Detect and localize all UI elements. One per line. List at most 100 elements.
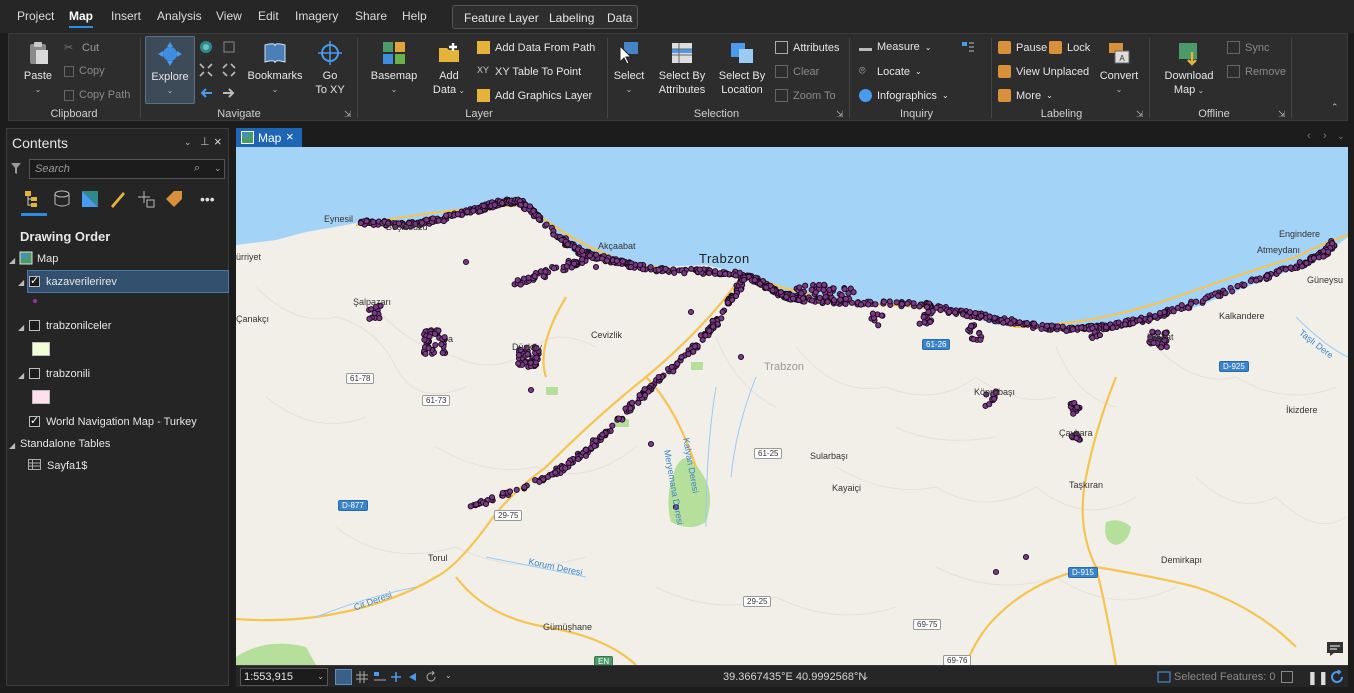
- accident-point[interactable]: [1287, 264, 1294, 271]
- accident-point[interactable]: [732, 292, 740, 300]
- accident-point[interactable]: [1078, 324, 1085, 331]
- accident-point[interactable]: [599, 431, 606, 438]
- search-options-chevron-icon[interactable]: ⌄: [214, 163, 222, 174]
- zoom-to-button[interactable]: Zoom To: [775, 89, 836, 102]
- accident-point[interactable]: [542, 268, 549, 275]
- accident-point[interactable]: [531, 273, 538, 280]
- labeling-launcher-icon[interactable]: ⇲: [1136, 109, 1144, 120]
- map-canvas[interactable]: Eynesil Beşikdüzü Akçaabat Trabzon Engin…: [236, 147, 1348, 665]
- list-by-snapping-icon[interactable]: [136, 189, 156, 209]
- accident-point[interactable]: [881, 298, 888, 305]
- layer-visibility-checkbox[interactable]: [29, 414, 40, 427]
- accident-point[interactable]: [1320, 253, 1327, 260]
- copy-path-button[interactable]: Copy Path: [64, 89, 130, 101]
- accident-point[interactable]: [712, 268, 719, 275]
- add-data-button[interactable]: Add Data ⌄: [429, 40, 469, 98]
- more-button[interactable]: More ⌄: [998, 89, 1053, 102]
- accident-point[interactable]: [898, 301, 905, 308]
- accident-point[interactable]: [1156, 310, 1164, 317]
- accident-point[interactable]: [499, 489, 506, 497]
- accident-point[interactable]: [357, 220, 364, 227]
- accident-point[interactable]: [1325, 248, 1332, 255]
- polygon-symbol-swatch[interactable]: [32, 342, 50, 356]
- accident-point[interactable]: [751, 276, 758, 284]
- accident-point[interactable]: [865, 301, 872, 308]
- accident-point[interactable]: [802, 282, 809, 289]
- accident-point[interactable]: [482, 500, 490, 508]
- accident-point[interactable]: [1264, 272, 1271, 279]
- accident-point[interactable]: [473, 501, 480, 508]
- accident-point[interactable]: [550, 231, 557, 238]
- accident-point[interactable]: [842, 295, 849, 302]
- accident-point[interactable]: [431, 330, 439, 337]
- accident-point[interactable]: [946, 308, 953, 315]
- accident-point[interactable]: [366, 315, 373, 322]
- scale-selector[interactable]: 1:553,915 ⌄: [240, 668, 328, 686]
- accident-point[interactable]: [821, 281, 828, 288]
- fixed-zoom-icon[interactable]: [222, 40, 236, 54]
- accident-point[interactable]: [769, 287, 776, 294]
- accident-point[interactable]: [438, 341, 445, 348]
- layer-visibility-checkbox[interactable]: [29, 274, 40, 287]
- attributes-button[interactable]: Attributes: [775, 41, 839, 54]
- accident-point[interactable]: [535, 216, 542, 223]
- accident-point[interactable]: [706, 269, 713, 277]
- menu-imagery[interactable]: Imagery: [295, 9, 338, 23]
- accident-point[interactable]: [592, 263, 600, 271]
- accident-point[interactable]: [1096, 332, 1104, 339]
- layer-name-world-navigation-map[interactable]: World Navigation Map - Turkey: [46, 416, 197, 428]
- tab-feature-layer[interactable]: Feature Layer: [464, 11, 539, 25]
- accident-point[interactable]: [425, 345, 432, 352]
- accident-point[interactable]: [845, 290, 852, 297]
- accident-point[interactable]: [763, 284, 770, 291]
- accident-point[interactable]: [627, 405, 634, 412]
- accident-point[interactable]: [530, 208, 537, 215]
- add-graphics-layer-button[interactable]: Add Graphics Layer: [477, 89, 592, 102]
- menu-project[interactable]: Project: [17, 9, 54, 23]
- accident-point[interactable]: [1016, 319, 1023, 326]
- accident-point[interactable]: [527, 359, 534, 366]
- accident-point[interactable]: [1158, 344, 1165, 351]
- accident-point[interactable]: [422, 350, 429, 357]
- infographics-button[interactable]: Infographics ⌄: [859, 89, 949, 102]
- accident-point[interactable]: [564, 241, 571, 248]
- accident-point[interactable]: [520, 275, 527, 282]
- layer-name-trabzonili[interactable]: trabzonili: [46, 368, 90, 380]
- accident-point[interactable]: [579, 247, 586, 254]
- accident-point[interactable]: [1122, 321, 1129, 328]
- refresh-icon[interactable]: [424, 671, 438, 683]
- accident-point[interactable]: [1185, 304, 1192, 311]
- accident-point[interactable]: [668, 363, 675, 370]
- accident-point[interactable]: [506, 488, 514, 495]
- accident-point[interactable]: [421, 336, 428, 343]
- accident-point[interactable]: [592, 437, 599, 444]
- zoom-in-fixed-icon[interactable]: [199, 63, 213, 77]
- accident-point[interactable]: [550, 265, 558, 272]
- accident-point[interactable]: [533, 354, 540, 361]
- standalone-tables-heading[interactable]: Standalone Tables: [20, 438, 110, 450]
- accident-point[interactable]: [1007, 320, 1014, 327]
- accident-point[interactable]: [1059, 323, 1066, 330]
- accident-point[interactable]: [920, 314, 927, 321]
- close-tab-icon[interactable]: ×: [286, 129, 294, 144]
- collapse-triangle-icon[interactable]: ◢: [9, 256, 15, 265]
- explore-button[interactable]: Explore ⌄: [145, 36, 195, 104]
- select-by-location-button[interactable]: Select By Location: [716, 40, 768, 97]
- accident-point[interactable]: [543, 221, 550, 228]
- snapping-icon[interactable]: [373, 671, 387, 683]
- accident-point[interactable]: [609, 422, 616, 429]
- accident-point[interactable]: [872, 301, 879, 308]
- lock-button[interactable]: Lock: [1049, 41, 1090, 54]
- accident-point[interactable]: [432, 341, 439, 349]
- accident-point[interactable]: [591, 442, 598, 450]
- accident-point[interactable]: [812, 289, 819, 296]
- accident-point[interactable]: [536, 478, 543, 485]
- accident-point[interactable]: [563, 263, 570, 270]
- accident-point[interactable]: [857, 301, 864, 308]
- accident-point[interactable]: [1063, 327, 1070, 335]
- accident-point[interactable]: [513, 486, 520, 493]
- menu-analysis[interactable]: Analysis: [157, 9, 202, 23]
- accident-point[interactable]: [1069, 326, 1076, 333]
- accident-point[interactable]: [604, 257, 611, 264]
- tab-list-chevron-icon[interactable]: ⌄: [1337, 131, 1345, 142]
